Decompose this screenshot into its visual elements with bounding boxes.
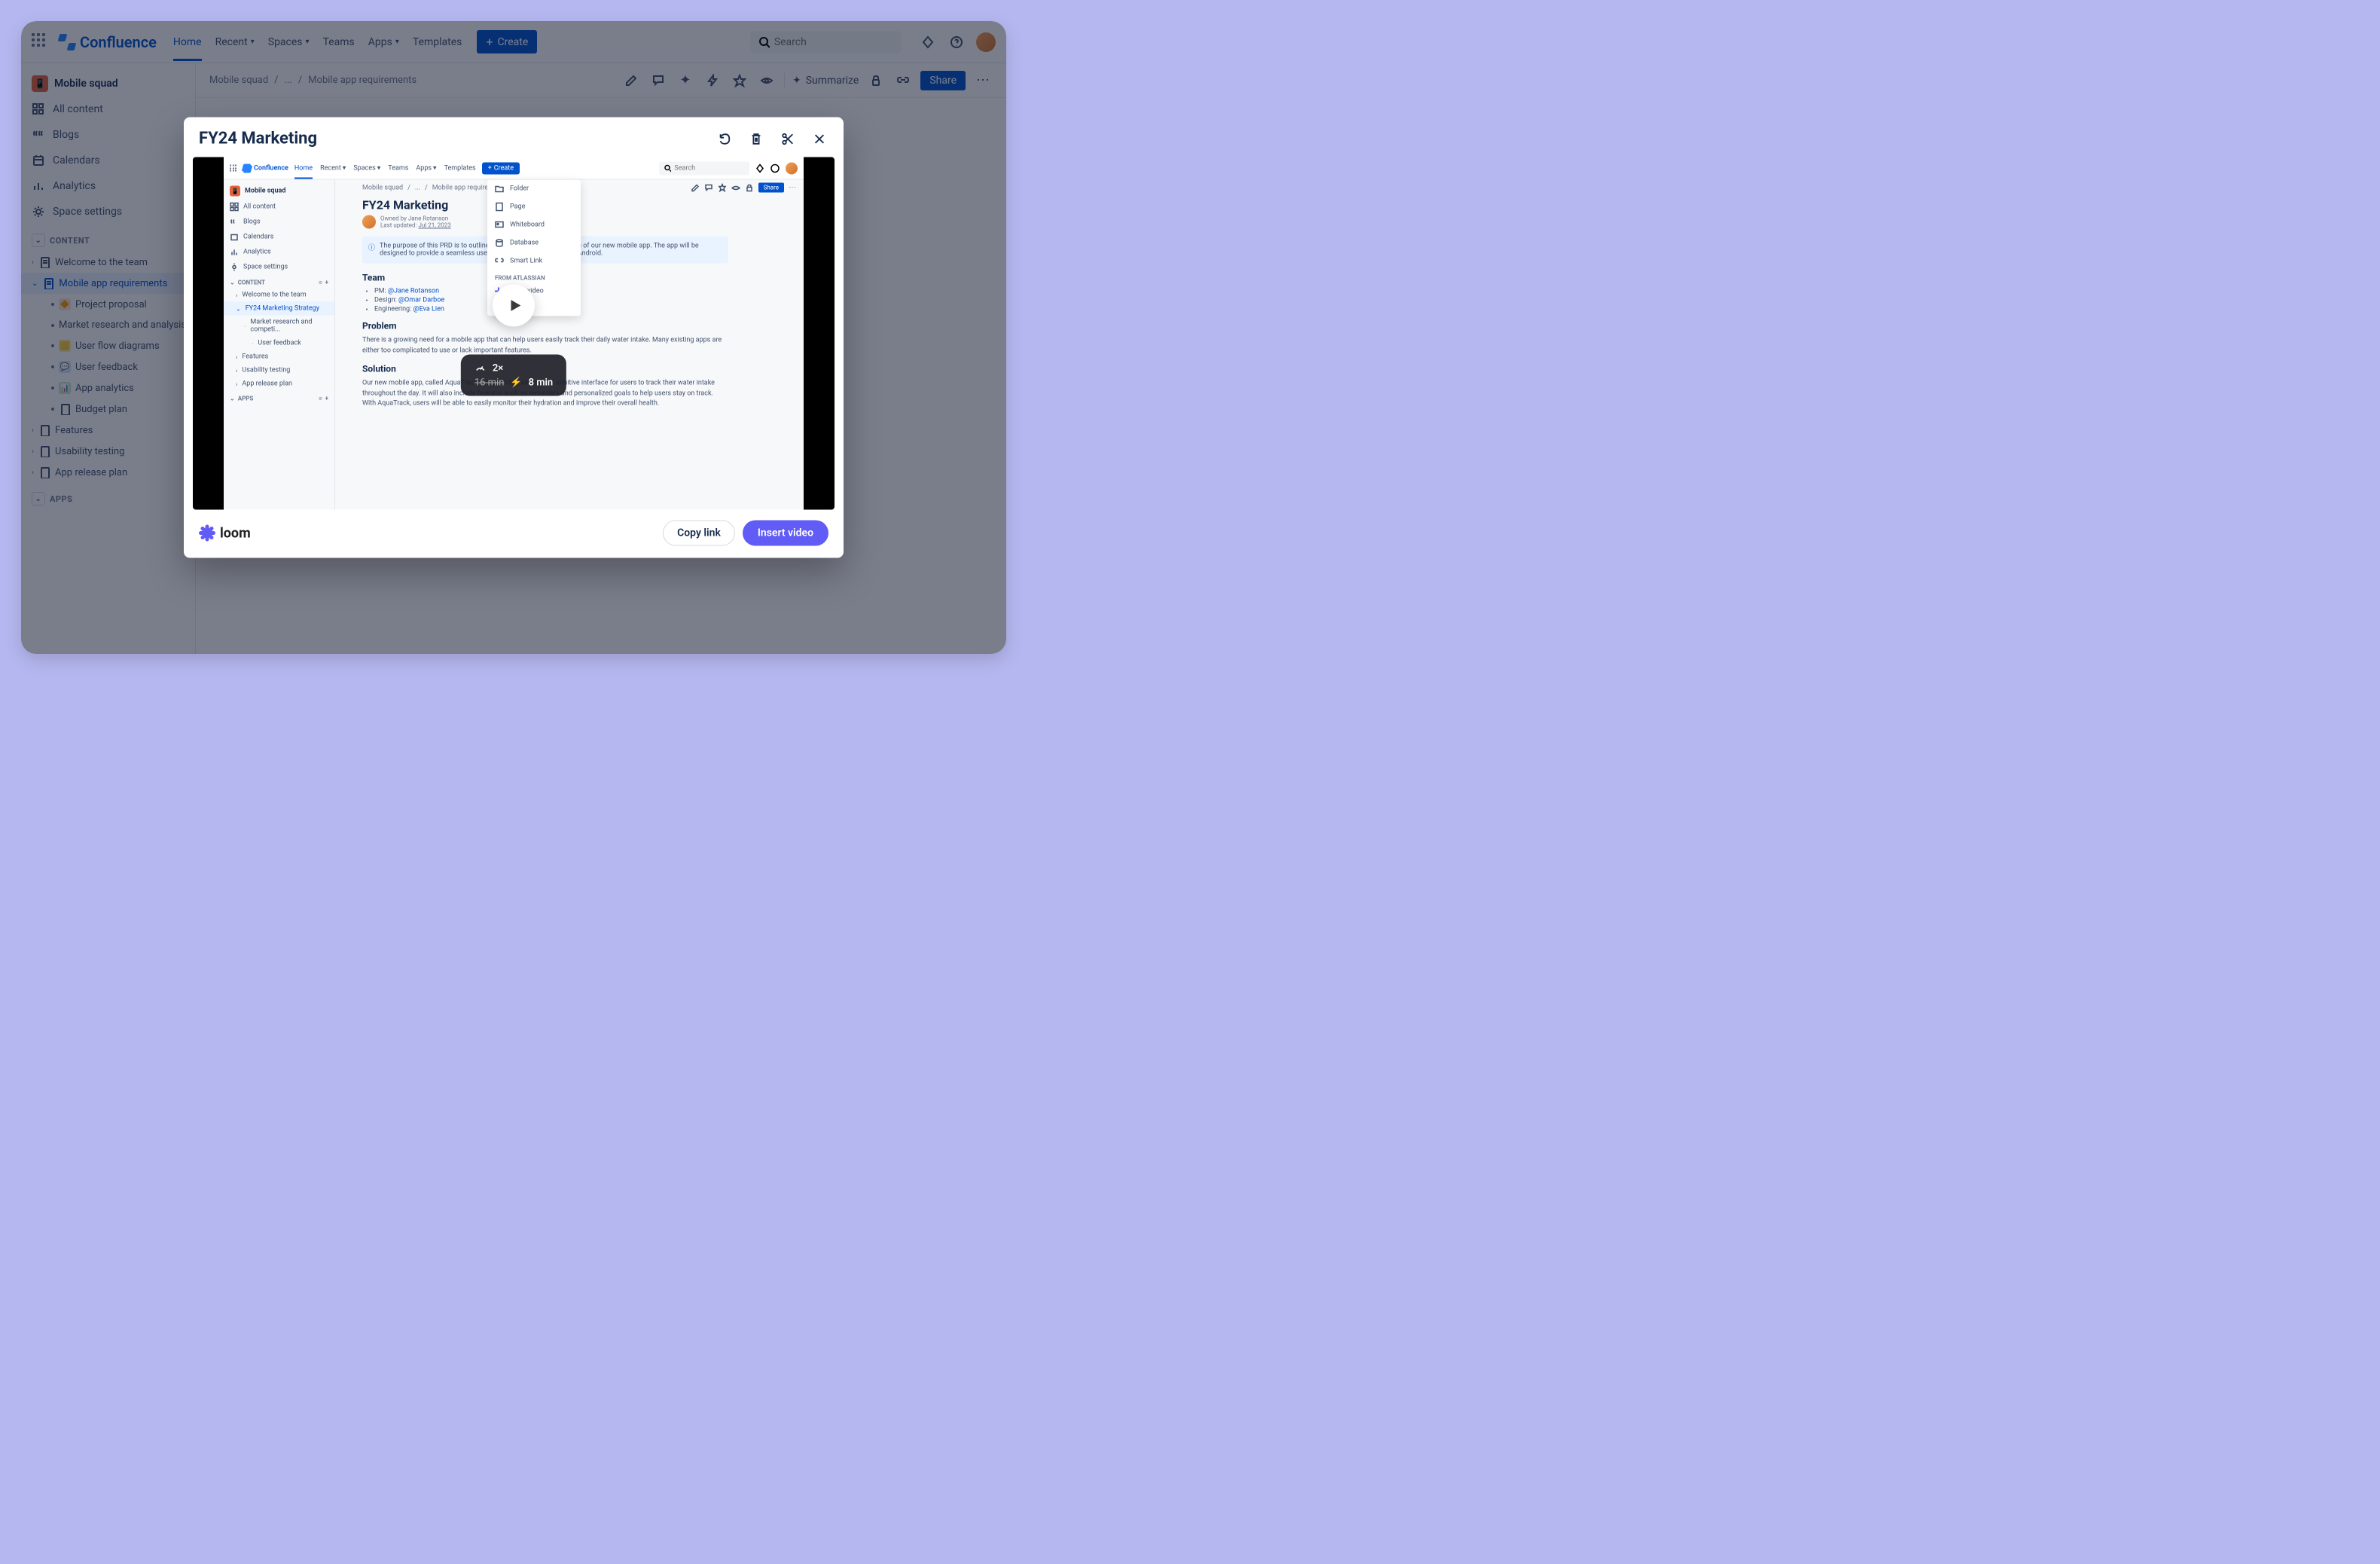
copy-link-button[interactable]: Copy link	[663, 521, 735, 546]
speed-gauge-icon	[474, 362, 487, 374]
loom-logo: loom	[199, 525, 251, 542]
nav-apps: Apps▾	[416, 164, 436, 172]
avatar	[362, 215, 376, 229]
user-avatar	[786, 162, 798, 174]
nav-recent: Recent▾	[320, 164, 346, 172]
search-box	[659, 161, 749, 175]
loom-logo-mark	[199, 525, 215, 542]
bolt-icon: ⚡	[510, 377, 522, 389]
mini-topnav: Confluence Home Recent▾ Spaces▾ Teams Ap…	[224, 157, 804, 180]
comment-icon	[704, 183, 713, 192]
share-button: Share	[758, 183, 784, 193]
create-button: +Create	[482, 162, 520, 174]
modal-title: FY24 Marketing	[199, 130, 317, 148]
nav-home: Home	[294, 164, 313, 179]
database-icon	[495, 239, 504, 248]
old-duration: 16 min	[474, 377, 505, 389]
dropdown-item-database: Database	[487, 234, 581, 252]
nav-teams: Teams	[388, 164, 408, 172]
dropdown-item-smartlink: Smart Link	[487, 252, 581, 270]
dropdown-item-folder: Folder	[487, 180, 581, 198]
play-button[interactable]	[493, 284, 535, 326]
lock-icon	[745, 183, 754, 192]
nav-templates: Templates	[444, 164, 476, 172]
page-icon	[495, 203, 504, 212]
modal-header: FY24 Marketing	[184, 118, 844, 157]
modal-header-actions	[716, 130, 828, 148]
scissors-icon[interactable]	[779, 130, 797, 148]
notifications-icon	[755, 163, 764, 173]
play-icon	[507, 297, 523, 313]
watch-icon	[731, 183, 740, 192]
speed-value: 2×	[493, 362, 503, 374]
link-icon	[495, 257, 504, 266]
search-icon	[664, 163, 671, 173]
modal-footer: loom Copy link Insert video	[184, 510, 844, 558]
insert-video-button[interactable]: Insert video	[743, 521, 828, 546]
whiteboard-icon	[495, 221, 504, 230]
dropdown-item-page: Page	[487, 198, 581, 216]
loom-video-modal: FY24 Marketing Confluence Home Recent▾ S…	[184, 118, 844, 558]
star-icon	[718, 183, 727, 192]
video-frame: Confluence Home Recent▾ Spaces▾ Teams Ap…	[193, 157, 835, 510]
help-icon	[770, 163, 780, 173]
playback-speed-pill: 2× 16 min ⚡ 8 min	[461, 355, 566, 396]
folder-icon	[495, 185, 504, 194]
app-window: Confluence Home Recent▾ Spaces▾ Teams Ap…	[21, 21, 1006, 654]
edit-icon	[691, 183, 700, 192]
confluence-logo-mark	[243, 163, 252, 173]
video-content: Confluence Home Recent▾ Spaces▾ Teams Ap…	[224, 157, 804, 510]
dropdown-item-whiteboard: Whiteboard	[487, 216, 581, 234]
undo-icon[interactable]	[716, 130, 734, 148]
mini-sidebar: 📱Mobile squad All content Blogs Calendar…	[224, 180, 335, 510]
confluence-logo: Confluence	[243, 163, 288, 173]
close-icon[interactable]	[810, 130, 828, 148]
new-duration: 8 min	[529, 377, 554, 389]
trash-icon[interactable]	[747, 130, 765, 148]
nav-spaces: Spaces▾	[353, 164, 380, 172]
app-switcher-icon	[230, 165, 236, 172]
